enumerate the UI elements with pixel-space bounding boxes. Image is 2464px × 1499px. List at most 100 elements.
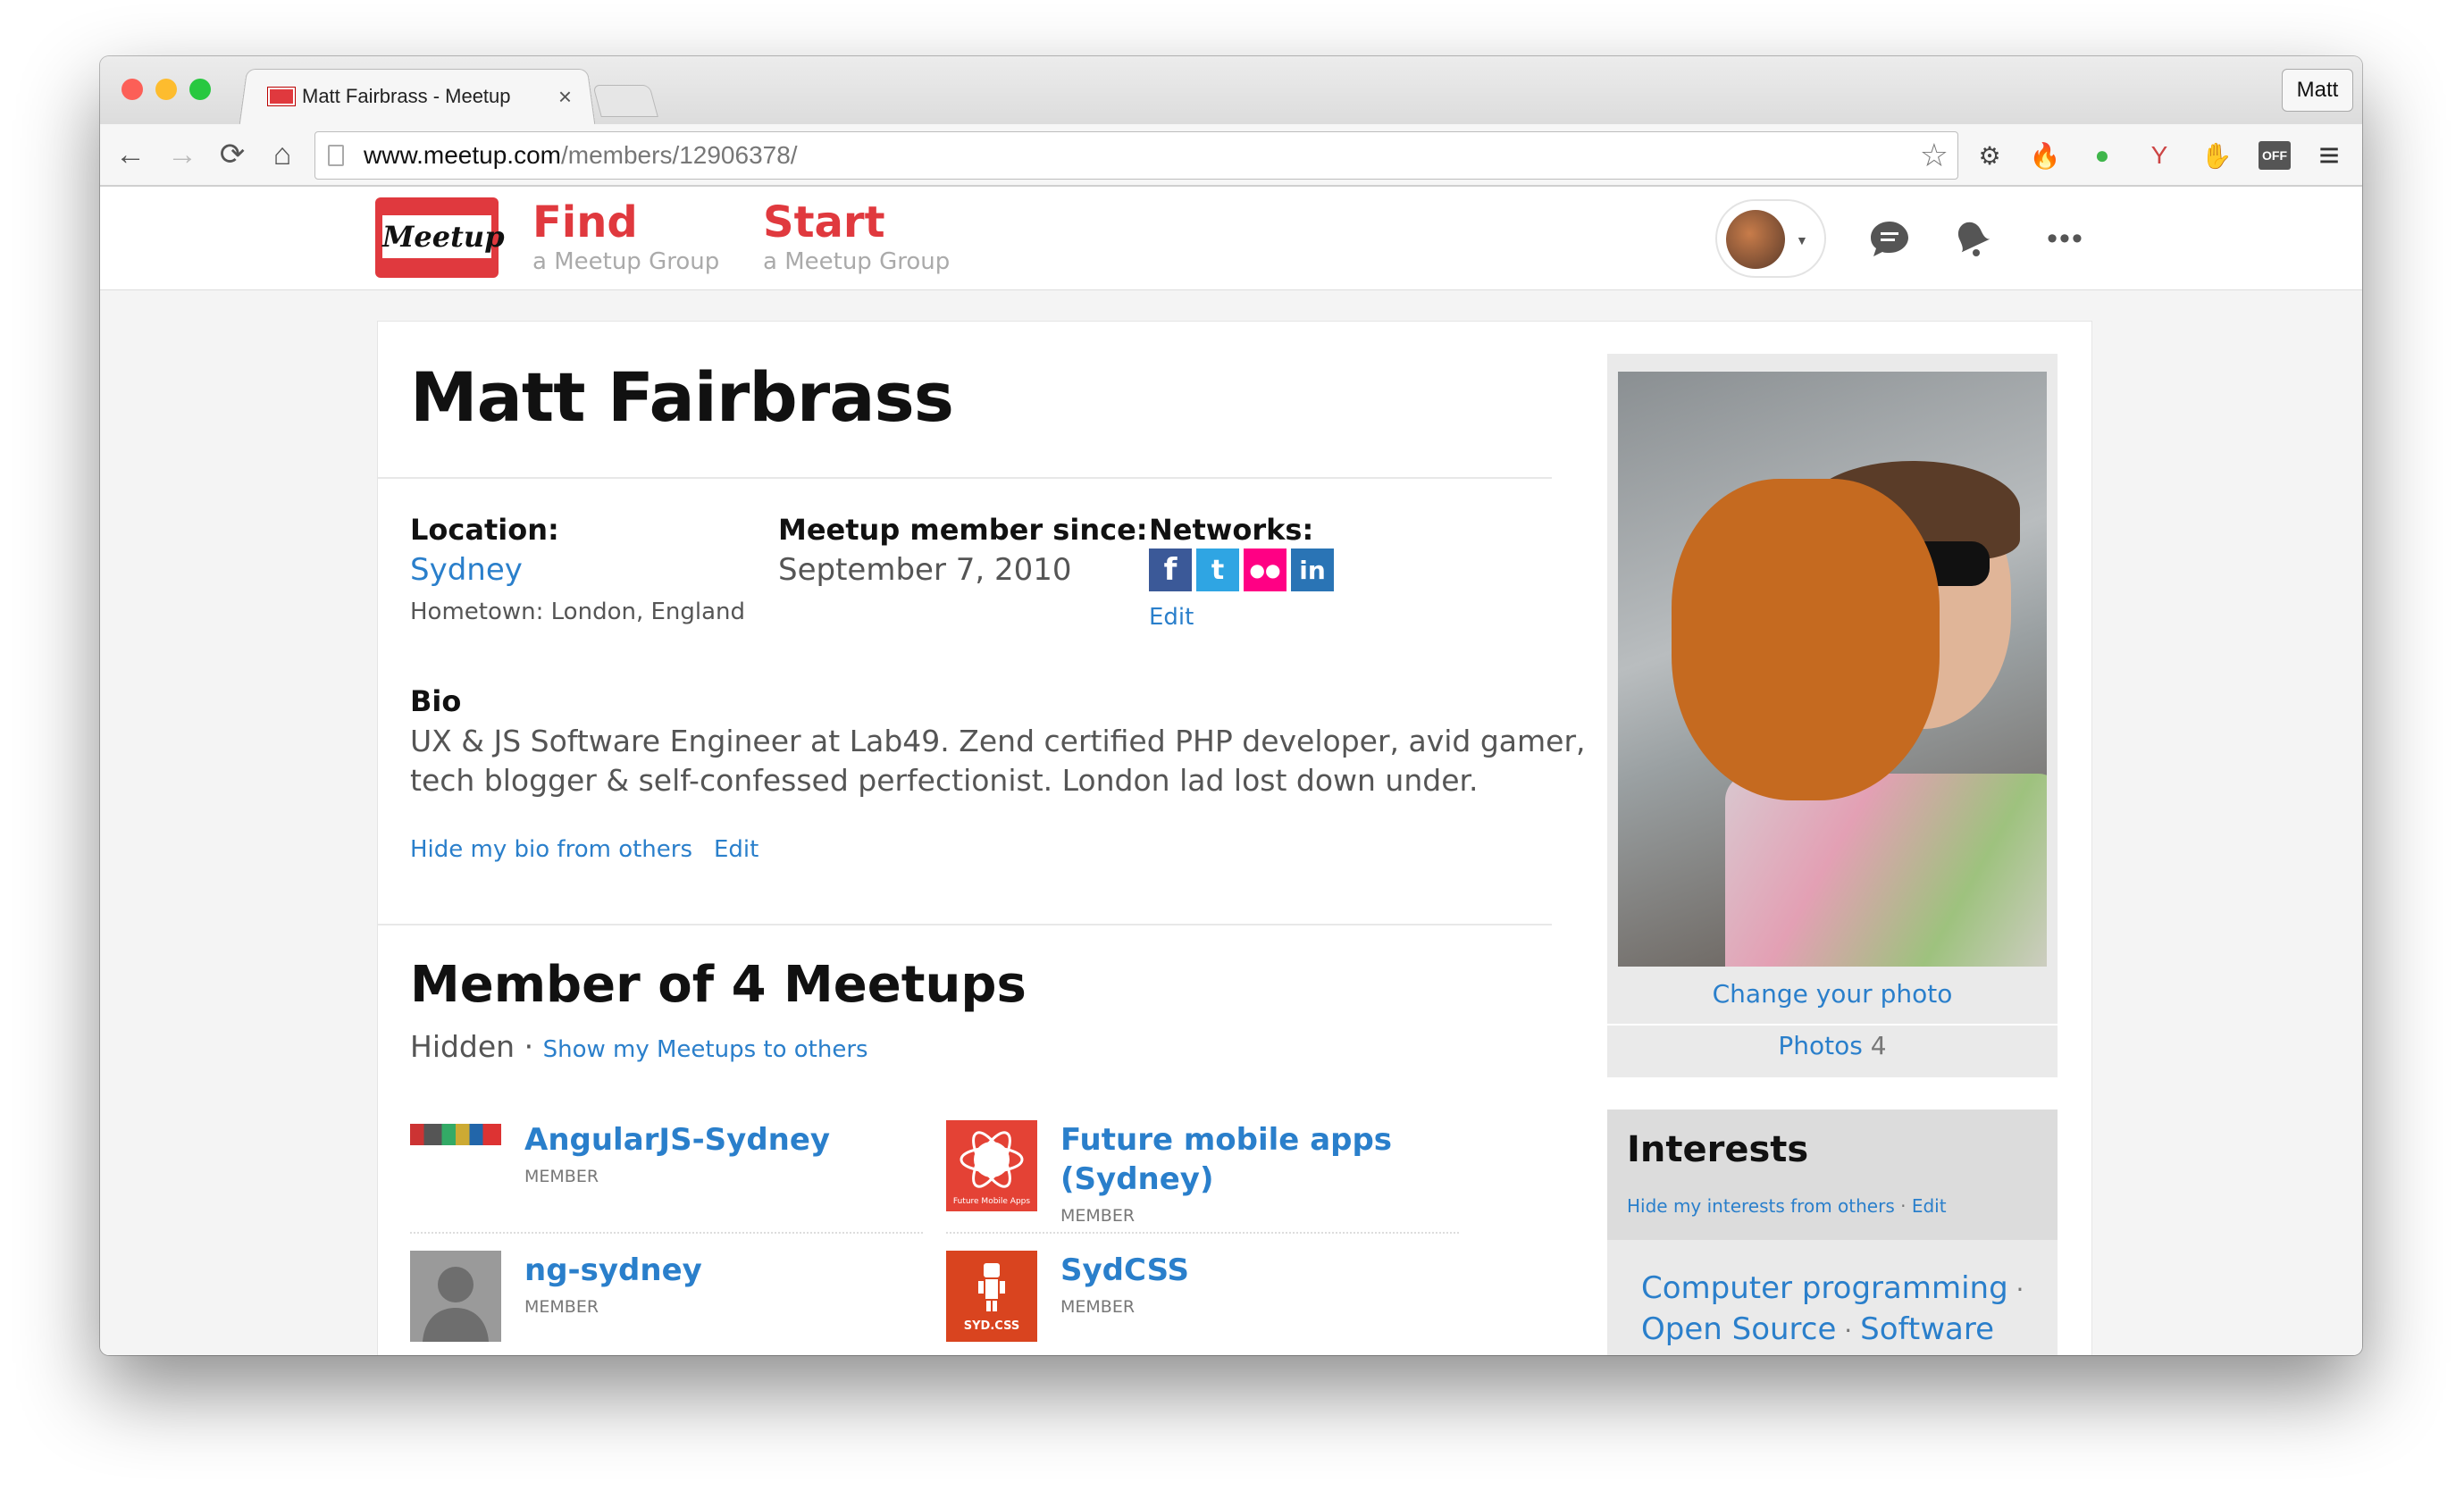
settings-gear-icon[interactable]: ⚙ [1973, 138, 2007, 172]
group-name-line-1[interactable]: Future mobile apps [1060, 1120, 1392, 1160]
find-link[interactable]: Find a Meetup Group [532, 197, 719, 276]
networks-label: Networks: [1149, 513, 1314, 547]
browser-tab-content: Matt Fairbrass - Meetup × [259, 68, 581, 125]
browser-toolbar: ← → ⟳ ⌂ www.meetup.com/members/12906378/… [100, 124, 2362, 187]
url-host: www.meetup.com [364, 141, 561, 169]
separator: · [2007, 1275, 2024, 1304]
interests-list: Computer programming · Open Source · Sof… [1641, 1269, 2052, 1351]
site-header: Meetup Find a Meetup Group Start a Meetu… [100, 187, 2362, 290]
reload-icon[interactable]: ⟳ [214, 137, 250, 172]
sydcss-group-thumb: SYD.CSS [946, 1251, 1037, 1342]
group-name[interactable]: ng-sydney [524, 1251, 702, 1290]
change-photo-link[interactable]: Change your photo [1607, 979, 2058, 1009]
thumb-caption: SYD.CSS [963, 1319, 1020, 1333]
location-label: Location: [410, 513, 559, 547]
divider [378, 924, 1552, 925]
divider [410, 1232, 923, 1234]
separator: · [1836, 1316, 1861, 1345]
list-item[interactable]: AngularJS-Sydney MEMBER [410, 1120, 830, 1186]
twitter-icon[interactable]: t [1196, 549, 1239, 591]
meetups-title: Member of 4 Meetups [410, 956, 1027, 1014]
bio-label: Bio [410, 684, 462, 718]
show-meetups-link[interactable]: Show my Meetups to others [543, 1036, 868, 1063]
zoom-window-button[interactable] [189, 79, 211, 100]
group-role: MEMBER [1060, 1206, 1136, 1226]
person-silhouette-icon [423, 1267, 489, 1342]
separator: · [515, 1029, 543, 1064]
fire-extension-icon[interactable]: 🔥 [2028, 138, 2062, 172]
group-role: MEMBER [524, 1167, 599, 1186]
divider [378, 477, 1552, 479]
interests-title: Interests [1627, 1129, 1809, 1170]
off-extension-icon[interactable]: OFF [2259, 141, 2291, 170]
tab-close-icon[interactable]: × [558, 83, 572, 111]
new-tab-button[interactable] [592, 85, 658, 117]
back-icon[interactable]: ← [113, 137, 148, 172]
fork-extension-icon[interactable]: Y [2142, 138, 2176, 172]
interests-edit-link[interactable]: Edit [1912, 1195, 1947, 1217]
hometown-text: Hometown: London, England [410, 599, 746, 625]
group-name[interactable]: AngularJS-Sydney [524, 1120, 830, 1160]
bio-line-1: UX & JS Software Engineer at Lab49. Zend… [410, 724, 1586, 758]
url-path: /members/12906378/ [560, 141, 798, 169]
hidden-label: Hidden [410, 1029, 515, 1064]
meetup-logo[interactable]: Meetup [375, 197, 505, 278]
start-label: Start [763, 197, 885, 247]
networks-list: f t ●● in [1149, 549, 1334, 591]
bio-edit-link[interactable]: Edit [714, 836, 758, 863]
minimize-window-button[interactable] [155, 79, 177, 100]
more-menu-icon[interactable]: ••• [2030, 217, 2101, 260]
forward-icon[interactable]: → [164, 137, 200, 172]
find-sublabel: a Meetup Group [532, 248, 720, 275]
flickr-icon[interactable]: ●● [1244, 549, 1286, 591]
browser-window: Matt Fairbrass - Meetup × Matt ← → ⟳ ⌂ w… [100, 56, 2362, 1355]
avatar [1726, 210, 1785, 269]
logo-text: Meetup [382, 215, 505, 258]
photos-label[interactable]: Photos [1778, 1031, 1862, 1060]
meetup-favicon-icon [267, 87, 296, 106]
profile-photo[interactable] [1618, 372, 2047, 967]
group-name-line-2[interactable]: (Sydney) [1060, 1160, 1392, 1199]
divider [946, 1232, 1459, 1234]
notifications-bell-icon[interactable] [1946, 217, 1994, 260]
thumb-caption: Future Mobile Apps [952, 1197, 1031, 1206]
bookmark-star-icon[interactable]: ☆ [1920, 137, 1949, 174]
location-link[interactable]: Sydney [410, 552, 523, 588]
adblock-extension-icon[interactable]: ✋ [2200, 138, 2234, 172]
linkedin-icon[interactable]: in [1291, 549, 1334, 591]
interest-item[interactable]: Software [1860, 1311, 1994, 1347]
list-item[interactable]: ng-sydney MEMBER [410, 1251, 702, 1342]
messages-icon[interactable] [1865, 217, 1914, 260]
find-label: Find [532, 197, 638, 247]
page-title: Matt Fairbrass [410, 357, 954, 437]
facebook-icon[interactable]: f [1149, 549, 1192, 591]
evernote-extension-icon[interactable]: ● [2085, 138, 2119, 172]
angularjs-group-thumb [410, 1124, 501, 1145]
address-bar[interactable]: www.meetup.com/members/12906378/ ☆ [314, 131, 1958, 180]
profile-card: Matt Fairbrass Location: Sydney Hometown… [377, 321, 2092, 1355]
networks-edit-link[interactable]: Edit [1149, 604, 1194, 631]
chrome-menu-icon[interactable]: ≡ [2312, 136, 2346, 175]
account-menu-button[interactable]: ▼ [1715, 199, 1826, 278]
interest-item[interactable]: Computer programming [1641, 1270, 2008, 1306]
member-since-value: September 7, 2010 [778, 552, 1072, 588]
hide-bio-link[interactable]: Hide my bio from others [410, 836, 692, 863]
profile-button[interactable]: Matt [2282, 69, 2353, 112]
list-item[interactable]: Future Mobile Apps Future mobile apps (S… [946, 1120, 1392, 1226]
future-mobile-apps-thumb: Future Mobile Apps [946, 1120, 1037, 1211]
page-icon [328, 145, 344, 166]
close-window-button[interactable] [122, 79, 143, 100]
home-icon[interactable]: ⌂ [264, 137, 300, 172]
photos-count: 4 [1870, 1031, 1887, 1060]
photo-shirt [1725, 774, 2047, 967]
photos-link[interactable]: Photos 4 [1607, 1031, 2058, 1060]
divider [1607, 1024, 2058, 1026]
hide-interests-link[interactable]: Hide my interests from others [1627, 1195, 1895, 1217]
list-item[interactable]: SYD.CSS SydCSS MEMBER [946, 1251, 1189, 1342]
start-link[interactable]: Start a Meetup Group [763, 197, 950, 276]
interest-item[interactable]: Open Source [1641, 1311, 1836, 1347]
chevron-down-icon: ▼ [1796, 233, 1808, 247]
tab-title: Matt Fairbrass - Meetup [302, 85, 511, 107]
group-name[interactable]: SydCSS [1060, 1251, 1189, 1290]
interests-actions: Hide my interests from others · Edit [1627, 1195, 1947, 1217]
